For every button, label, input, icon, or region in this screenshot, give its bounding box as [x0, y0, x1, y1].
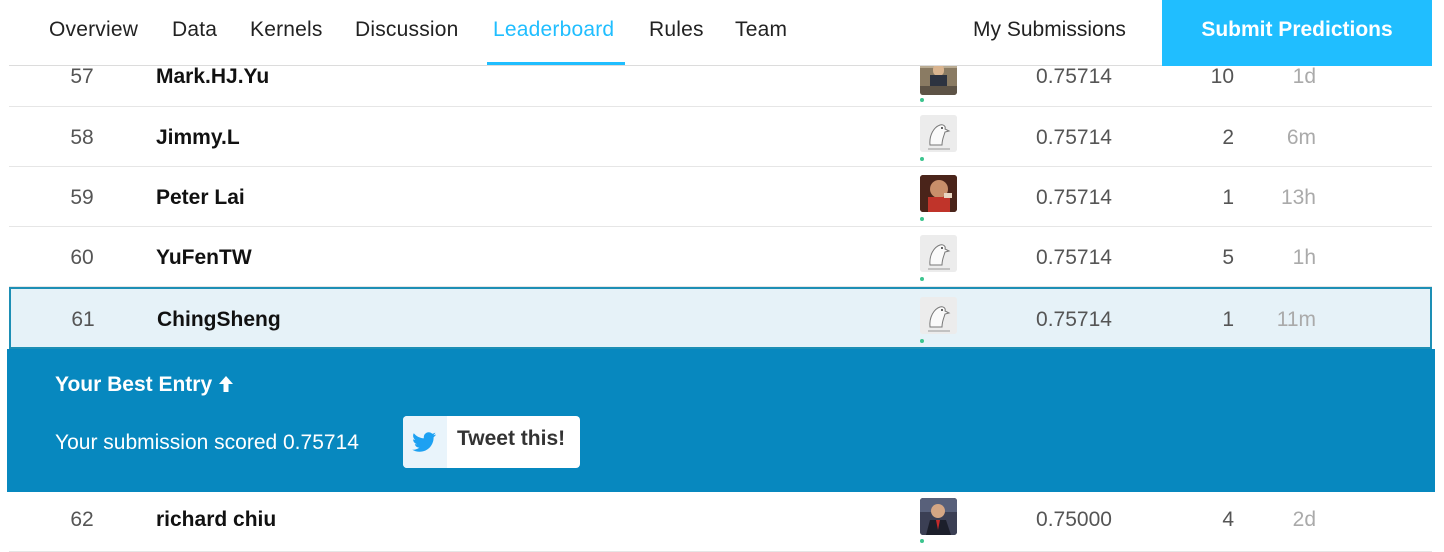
team-name[interactable]: Peter Lai: [156, 186, 245, 210]
online-dot-icon: [920, 157, 924, 161]
competition-nav: Overview Data Kernels Discussion Leaderb…: [9, 0, 1432, 66]
best-entry-title: Your Best Entry: [55, 373, 213, 396]
best-entry-panel: Your Best Entry Your submission scored 0…: [7, 349, 1435, 492]
score-cell: 0.75714: [1036, 186, 1112, 209]
tweet-button-label: Tweet this!: [457, 427, 566, 450]
entries-cell: 5: [1222, 246, 1234, 269]
rank-cell: 57: [70, 65, 94, 88]
online-dot-icon: [920, 539, 924, 543]
last-submission-cell: 1d: [1292, 65, 1316, 88]
photo-avatar[interactable]: [920, 175, 957, 212]
entries-cell: 2: [1222, 126, 1234, 149]
rank-cell: 62: [70, 508, 94, 531]
tab-team[interactable]: Team: [735, 0, 787, 66]
leaderboard-row[interactable]: 59 Peter Lai 0.75714 1 13h: [9, 167, 1432, 227]
entries-cell: 1: [1222, 308, 1234, 331]
team-name[interactable]: Mark.HJ.Yu: [156, 65, 269, 89]
tab-kernels[interactable]: Kernels: [250, 0, 323, 66]
rank-cell: 60: [70, 246, 94, 269]
rank-cell: 58: [70, 126, 94, 149]
active-tab-underline: [487, 62, 625, 65]
leaderboard-row[interactable]: 62 richard chiu 0.75000 4 2d: [9, 492, 1432, 552]
online-dot-icon: [920, 98, 924, 102]
tab-data[interactable]: Data: [172, 0, 217, 66]
score-cell: 0.75000: [1036, 508, 1112, 531]
online-dot-icon: [920, 217, 924, 221]
goose-avatar[interactable]: [920, 235, 957, 272]
score-cell: 0.75714: [1036, 65, 1112, 88]
photo-avatar[interactable]: [920, 498, 957, 535]
score-cell: 0.75714: [1036, 126, 1112, 149]
goose-avatar[interactable]: [920, 297, 957, 334]
best-entry-score-text: Your submission scored 0.75714: [55, 431, 359, 454]
team-name[interactable]: richard chiu: [156, 508, 276, 532]
rank-cell: 59: [70, 186, 94, 209]
tab-overview[interactable]: Overview: [49, 0, 138, 66]
team-name[interactable]: ChingSheng: [157, 308, 281, 332]
last-submission-cell: 6m: [1286, 126, 1316, 149]
best-entry-heading: Your Best Entry: [55, 373, 234, 399]
twitter-icon: [403, 416, 447, 468]
team-name[interactable]: YuFenTW: [156, 246, 252, 270]
tweet-button[interactable]: Tweet this!: [403, 416, 580, 468]
last-submission-cell: 2d: [1292, 508, 1316, 531]
rank-cell: 61: [71, 308, 95, 331]
score-cell: 0.75714: [1036, 246, 1112, 269]
tab-rules[interactable]: Rules: [649, 0, 704, 66]
goose-avatar[interactable]: [920, 115, 957, 152]
leaderboard-row-current-user[interactable]: 61 ChingSheng 0.75714 1 11m: [9, 287, 1432, 349]
my-submissions-link[interactable]: My Submissions: [973, 0, 1126, 66]
last-submission-cell: 11m: [1276, 308, 1316, 331]
score-cell: 0.75714: [1036, 308, 1112, 331]
entries-cell: 4: [1222, 508, 1234, 531]
submit-predictions-button[interactable]: Submit Predictions: [1162, 0, 1432, 66]
last-submission-cell: 1h: [1292, 246, 1316, 269]
online-dot-icon: [920, 339, 924, 343]
leaderboard-row[interactable]: 60 YuFenTW 0.75714 5 1h: [9, 227, 1432, 287]
leaderboard-row[interactable]: 58 Jimmy.L 0.75714 2 6m: [9, 107, 1432, 167]
entries-cell: 10: [1210, 65, 1234, 88]
team-name[interactable]: Jimmy.L: [156, 126, 240, 150]
tab-leaderboard[interactable]: Leaderboard: [493, 0, 614, 66]
entries-cell: 1: [1222, 186, 1234, 209]
online-dot-icon: [920, 277, 924, 281]
arrow-up-icon: [218, 375, 234, 399]
tab-discussion[interactable]: Discussion: [355, 0, 459, 66]
last-submission-cell: 13h: [1280, 186, 1316, 209]
